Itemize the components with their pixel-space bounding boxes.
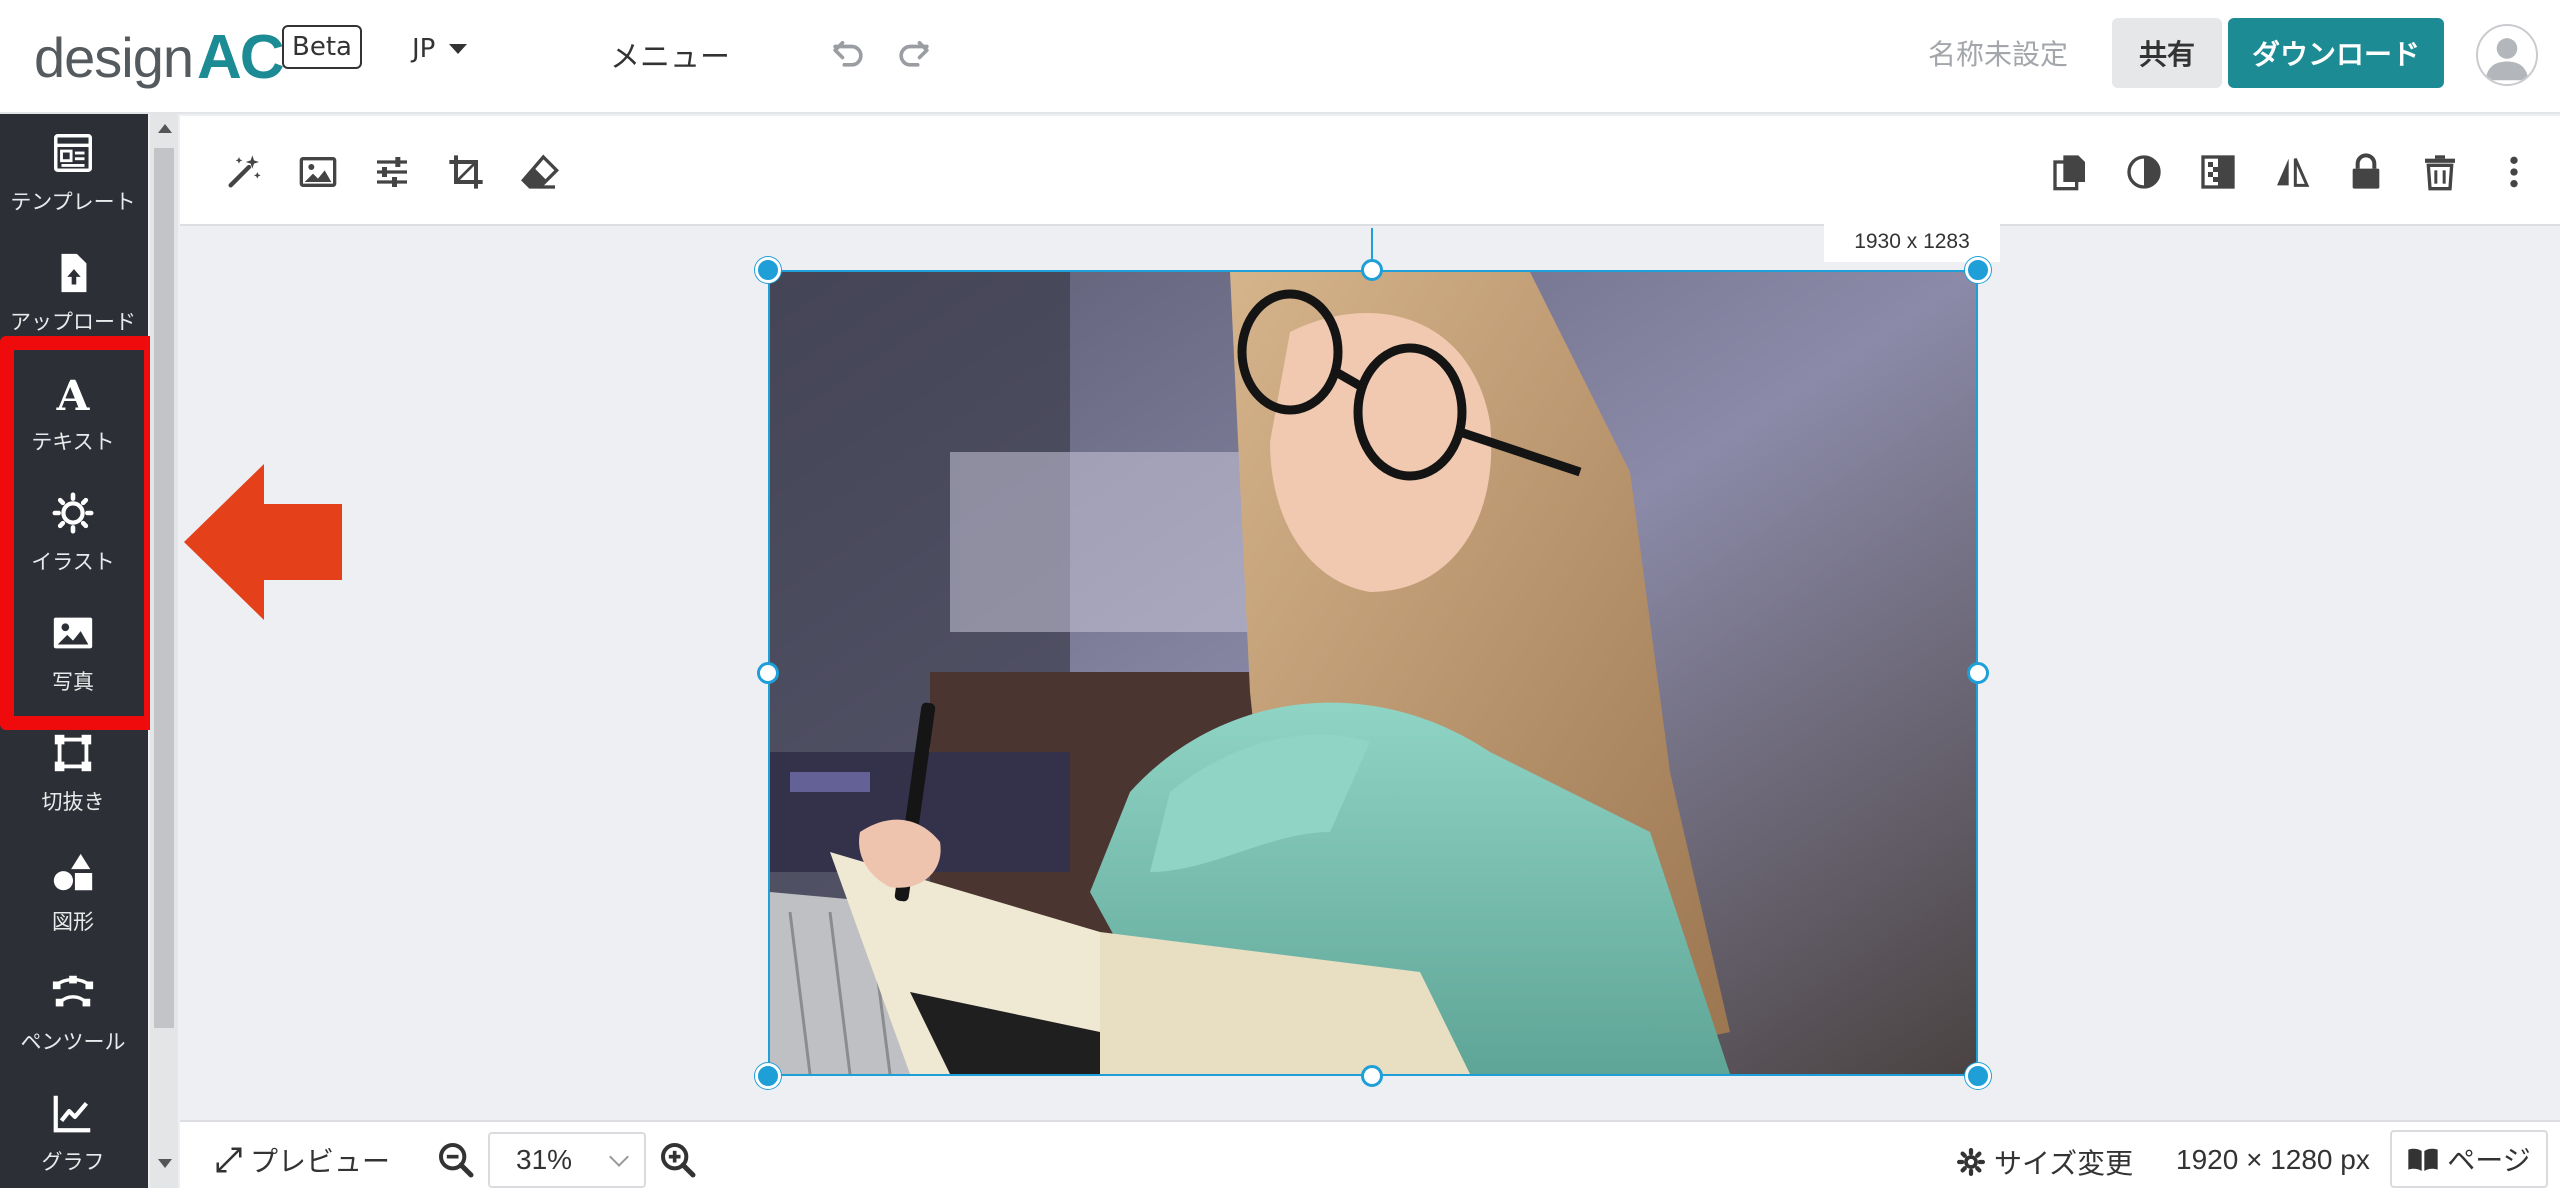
redo-icon[interactable] xyxy=(892,30,936,74)
magic-wand-icon[interactable] xyxy=(224,152,264,192)
pen-tool-icon xyxy=(52,975,94,1007)
scroll-thumb[interactable] xyxy=(154,148,174,1028)
graph-icon xyxy=(53,1095,91,1133)
sidebar-item-label: ペンツール xyxy=(20,1030,126,1054)
sidebar-scrollbar[interactable] xyxy=(150,114,178,1188)
sidebar-item-template[interactable]: テンプレート xyxy=(0,114,146,230)
zoom-select[interactable]: 31% xyxy=(488,1132,646,1188)
sidebar-item-pen-tool[interactable]: ペンツール xyxy=(0,954,146,1070)
preview-label: プレビュー xyxy=(250,1145,391,1178)
lock-icon[interactable] xyxy=(2346,152,2386,192)
menu-button[interactable]: メニュー xyxy=(610,32,730,76)
sidebar-item-upload[interactable]: アップロード xyxy=(0,234,146,350)
top-header: design AC Beta JP メニュー 名称未設定 共有 ダウンロード xyxy=(0,0,2560,114)
document-name[interactable]: 名称未設定 xyxy=(1928,33,2068,73)
undo-icon[interactable] xyxy=(826,30,870,74)
share-button[interactable]: 共有 xyxy=(2112,18,2222,88)
scroll-down-icon[interactable] xyxy=(158,1159,172,1168)
transparency-icon[interactable] xyxy=(2198,152,2238,192)
user-icon xyxy=(2485,38,2529,81)
sidebar-item-label: 図形 xyxy=(52,910,94,934)
sidebar-item-shapes[interactable]: 図形 xyxy=(0,834,146,950)
canvas-dimensions: 1920 × 1280 px xyxy=(2176,1144,2370,1175)
beta-badge: Beta xyxy=(282,25,362,69)
contrast-icon[interactable] xyxy=(2124,152,2164,192)
preview-button[interactable]: プレビュー xyxy=(214,1140,390,1180)
book-icon xyxy=(2408,1148,2438,1171)
avatar[interactable] xyxy=(2476,24,2538,86)
crop-icon[interactable] xyxy=(446,152,486,192)
annotation-highlight-box xyxy=(0,336,158,730)
chevron-down-icon xyxy=(609,1147,629,1167)
scroll-up-icon[interactable] xyxy=(158,124,172,133)
language-label: JP xyxy=(412,34,436,64)
sidebar-item-label: 切抜き xyxy=(41,790,105,814)
template-icon xyxy=(54,134,92,172)
upload-icon xyxy=(61,253,87,293)
selection-size-label: 1930 x 1283 xyxy=(1824,222,2000,262)
copy-icon[interactable] xyxy=(2050,152,2090,192)
image-icon[interactable] xyxy=(298,152,338,192)
resize-handle-bottom[interactable] xyxy=(1361,1065,1383,1087)
resize-handle-top[interactable] xyxy=(1361,259,1383,281)
sidebar-item-crop-frame[interactable]: 切抜き xyxy=(0,714,146,830)
sidebar-item-label: アップロード xyxy=(10,310,136,334)
language-selector[interactable]: JP xyxy=(412,34,468,64)
annotation-arrow-icon xyxy=(184,464,342,620)
resize-handle-top-right[interactable] xyxy=(1965,257,1991,283)
zoom-out-icon[interactable] xyxy=(436,1140,476,1180)
resize-handle-bottom-right[interactable] xyxy=(1965,1063,1991,1089)
image-toolbar xyxy=(180,116,2560,226)
caret-down-icon xyxy=(449,44,468,54)
trash-icon[interactable] xyxy=(2420,152,2460,192)
zoom-in-icon[interactable] xyxy=(658,1140,698,1180)
selected-photo[interactable] xyxy=(768,270,1978,1076)
photo-image xyxy=(770,272,1976,1074)
resize-handle-top-left[interactable] xyxy=(755,257,781,283)
shapes-icon xyxy=(53,853,93,891)
sidebar-item-label: テンプレート xyxy=(10,190,136,214)
crop-frame-icon xyxy=(54,734,92,772)
more-icon[interactable] xyxy=(2494,152,2534,192)
design-ac-logo[interactable]: design AC xyxy=(34,22,285,92)
left-sidebar: テンプレート アップロード A テキスト イラスト 写真 切抜き 図形 ペンツー… xyxy=(0,114,158,1188)
adjust-sliders-icon[interactable] xyxy=(372,152,412,192)
resize-handle-left[interactable] xyxy=(757,662,779,684)
sidebar-item-label: グラフ xyxy=(41,1150,105,1174)
sidebar-item-graph[interactable]: グラフ xyxy=(0,1074,146,1188)
resize-label: サイズ変更 xyxy=(1994,1147,2134,1180)
logo-text: design xyxy=(34,25,194,89)
gear-icon xyxy=(1957,1148,1985,1176)
resize-button[interactable]: サイズ変更 xyxy=(1956,1142,2133,1182)
resize-handle-right[interactable] xyxy=(1967,662,1989,684)
download-button[interactable]: ダウンロード xyxy=(2228,18,2444,88)
expand-icon xyxy=(216,1147,242,1173)
eraser-icon[interactable] xyxy=(520,152,560,192)
flip-icon[interactable] xyxy=(2272,152,2312,192)
logo-accent: AC xyxy=(197,22,285,92)
resize-handle-bottom-left[interactable] xyxy=(755,1063,781,1089)
page-label: ページ xyxy=(2447,1144,2531,1177)
zoom-value: 31% xyxy=(516,1144,573,1175)
page-button[interactable]: ページ xyxy=(2390,1130,2548,1188)
